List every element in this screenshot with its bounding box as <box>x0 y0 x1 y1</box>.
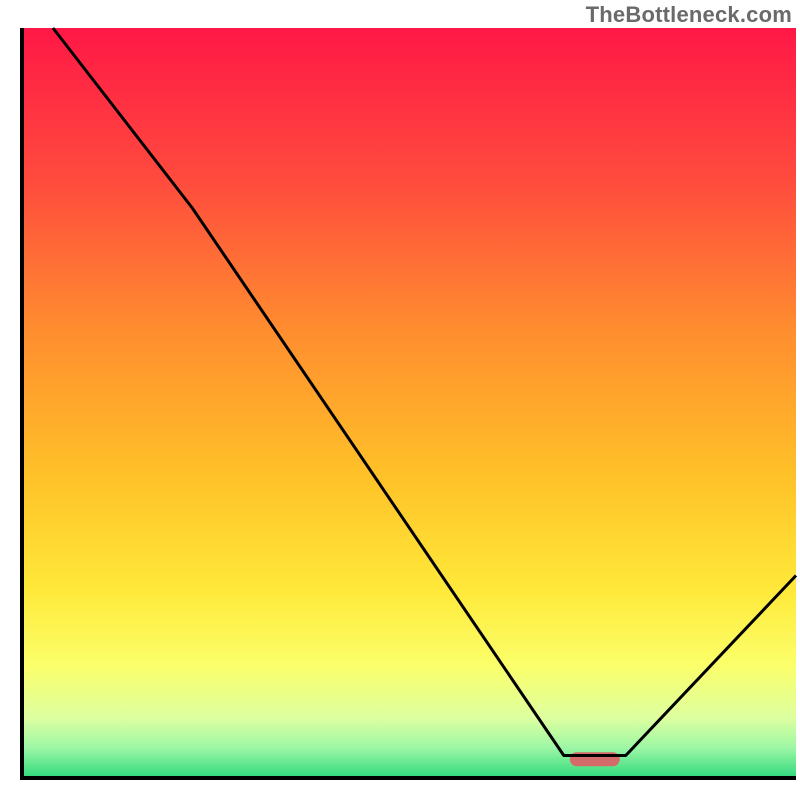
bottleneck-chart <box>0 0 800 800</box>
gradient-background <box>22 28 796 778</box>
